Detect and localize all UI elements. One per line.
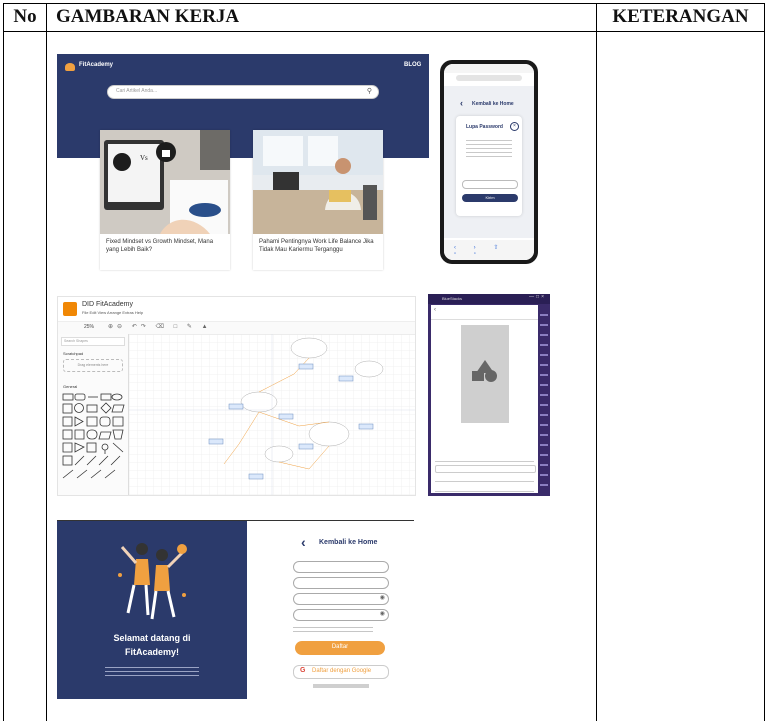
drawio-logo-icon (63, 302, 77, 316)
phone-screen: ‹ Kembali ke Home Lupa Password × Kirim … (444, 64, 534, 260)
article-card-1-image: Vs (100, 130, 230, 234)
phone-toolbar-icons[interactable]: ‹ › ⇧ ▫ ▫ (454, 244, 524, 257)
emulator-field-3[interactable] (435, 475, 534, 482)
drawio-drop-hint: Drag elements here (77, 363, 109, 367)
header-no: No (13, 6, 37, 27)
back-arrow-icon[interactable]: ‹ (460, 98, 463, 108)
google-icon: G (300, 667, 306, 674)
drawio-screenshot: DID FitAcademy File Edit View Arrange Ex… (57, 296, 416, 496)
image-upload-icon (472, 360, 497, 382)
google-register-button[interactable]: G Daftar dengan Google (293, 665, 389, 679)
google-register-label: Daftar dengan Google (312, 668, 372, 674)
drawio-zoom[interactable]: 25% (84, 324, 94, 330)
article-card-1-title: Fixed Mindset vs Growth Mindset, Mana ya… (106, 239, 214, 253)
header-keterangan: KETERANGAN (612, 6, 749, 27)
table-right-border (764, 3, 765, 721)
article-card-2-image (253, 130, 383, 234)
web-search-input[interactable]: Cari Artikel Anda... ⚲ (107, 85, 379, 99)
emulator-titlebar: BlueStacks —□× (428, 294, 550, 304)
emulator-screen: ‹ (431, 305, 538, 493)
drawio-shape-palette[interactable] (61, 392, 127, 492)
web-logo-icon (65, 63, 75, 71)
article-card-2-title: Pahami Pentingnya Work Life Balance Jika… (259, 239, 374, 253)
article-card-2[interactable]: Pahami Pentingnya Work Life Balance Jika… (253, 130, 383, 270)
register-submit-button[interactable]: Daftar (295, 641, 385, 655)
article-card-1[interactable]: Vs Fixed Mindset vs Growth Mindset, Mana… (100, 130, 230, 270)
window-controls-icon[interactable]: —□× (529, 294, 546, 300)
register-field-password[interactable]: ◉ (293, 593, 389, 605)
image-placeholder[interactable] (461, 325, 509, 423)
modal-description (466, 138, 512, 160)
register-field-name[interactable] (293, 561, 389, 573)
emulator-field-2[interactable] (435, 465, 536, 473)
drawio-title: DID FitAcademy (82, 301, 133, 308)
register-submit-label: Daftar (331, 644, 349, 650)
web-search-placeholder: Cari Artikel Anda... (116, 88, 158, 94)
register-login-link[interactable] (313, 684, 369, 688)
welcome-description (105, 665, 199, 677)
register-field-confirm-password[interactable]: ◉ (293, 609, 389, 621)
svg-text:Vs: Vs (140, 154, 148, 162)
register-welcome-panel: Selamat datang di FitAcademy! (57, 521, 247, 699)
register-screenshot: Selamat datang di FitAcademy! ‹ Kembali … (57, 520, 414, 699)
header-bottom-border (3, 31, 765, 32)
drawio-search-input[interactable]: Search Shapes (61, 337, 125, 346)
phone-url-bar (456, 75, 522, 81)
drawio-section-scratchpad[interactable]: Scratchpad (63, 351, 83, 356)
drawio-shape-sidebar: Search Shapes Scratchpad Drag elements h… (58, 334, 129, 495)
emulator-app-header (431, 305, 538, 320)
emulator-field-4[interactable] (435, 485, 534, 492)
drawio-search-placeholder: Search Shapes (64, 339, 88, 343)
register-field-email[interactable] (293, 577, 389, 589)
eye-icon[interactable]: ◉ (380, 594, 385, 601)
welcome-line-2: FitAcademy! (124, 647, 179, 657)
header-gambaran-kerja: GAMBARAN KERJA (56, 6, 240, 27)
drawio-drop-zone[interactable]: Drag elements here (63, 359, 123, 372)
table-left-border (3, 3, 4, 721)
drawio-menu[interactable]: File Edit View Arrange Extras Help (82, 310, 143, 315)
welcome-line-1: Selamat datang di (113, 633, 191, 643)
drawio-toolbar-icons[interactable]: ⊕⊖ ↶↷ ⌫ □ ✎ ▲ (108, 323, 212, 330)
phone-screenshot: ‹ Kembali ke Home Lupa Password × Kirim … (440, 60, 538, 264)
drawio-toolbar: 25% ⊕⊖ ↶↷ ⌫ □ ✎ ▲ (58, 321, 415, 335)
emulator-back-icon[interactable]: ‹ (434, 307, 436, 313)
emulator-field-1[interactable] (435, 455, 534, 462)
register-back-icon[interactable]: ‹ (301, 535, 306, 549)
email-field[interactable] (462, 180, 518, 189)
web-brand: FitAcademy (79, 62, 114, 68)
people-illustration (118, 543, 187, 620)
drawio-canvas[interactable] (129, 334, 415, 495)
register-back-label[interactable]: Kembali ke Home (319, 539, 377, 546)
search-icon: ⚲ (366, 88, 372, 95)
submit-button-label: Kirim (485, 195, 495, 200)
emulator-screenshot: BlueStacks —□× ‹ (428, 294, 550, 496)
phone-back-label[interactable]: Kembali ke Home (472, 101, 514, 107)
web-nav-blog[interactable]: BLOG (404, 62, 421, 68)
emulator-window-title: BlueStacks (442, 296, 463, 301)
forgot-password-modal: Lupa Password × Kirim (456, 116, 522, 216)
emulator-side-toolbar[interactable] (540, 306, 548, 491)
drawio-section-general[interactable]: General (63, 384, 77, 389)
phone-status-bar (444, 64, 534, 73)
close-icon[interactable]: × (510, 122, 519, 131)
register-terms-checkbox[interactable] (293, 625, 373, 633)
web-home-screenshot: FitAcademy BLOG Cari Artikel Anda... ⚲ V… (57, 54, 429, 274)
eye-icon[interactable]: ◉ (380, 610, 385, 617)
col-divider-1 (46, 3, 47, 721)
modal-title: Lupa Password (466, 124, 503, 130)
col-divider-2 (596, 3, 597, 721)
submit-button[interactable]: Kirim (462, 194, 518, 202)
